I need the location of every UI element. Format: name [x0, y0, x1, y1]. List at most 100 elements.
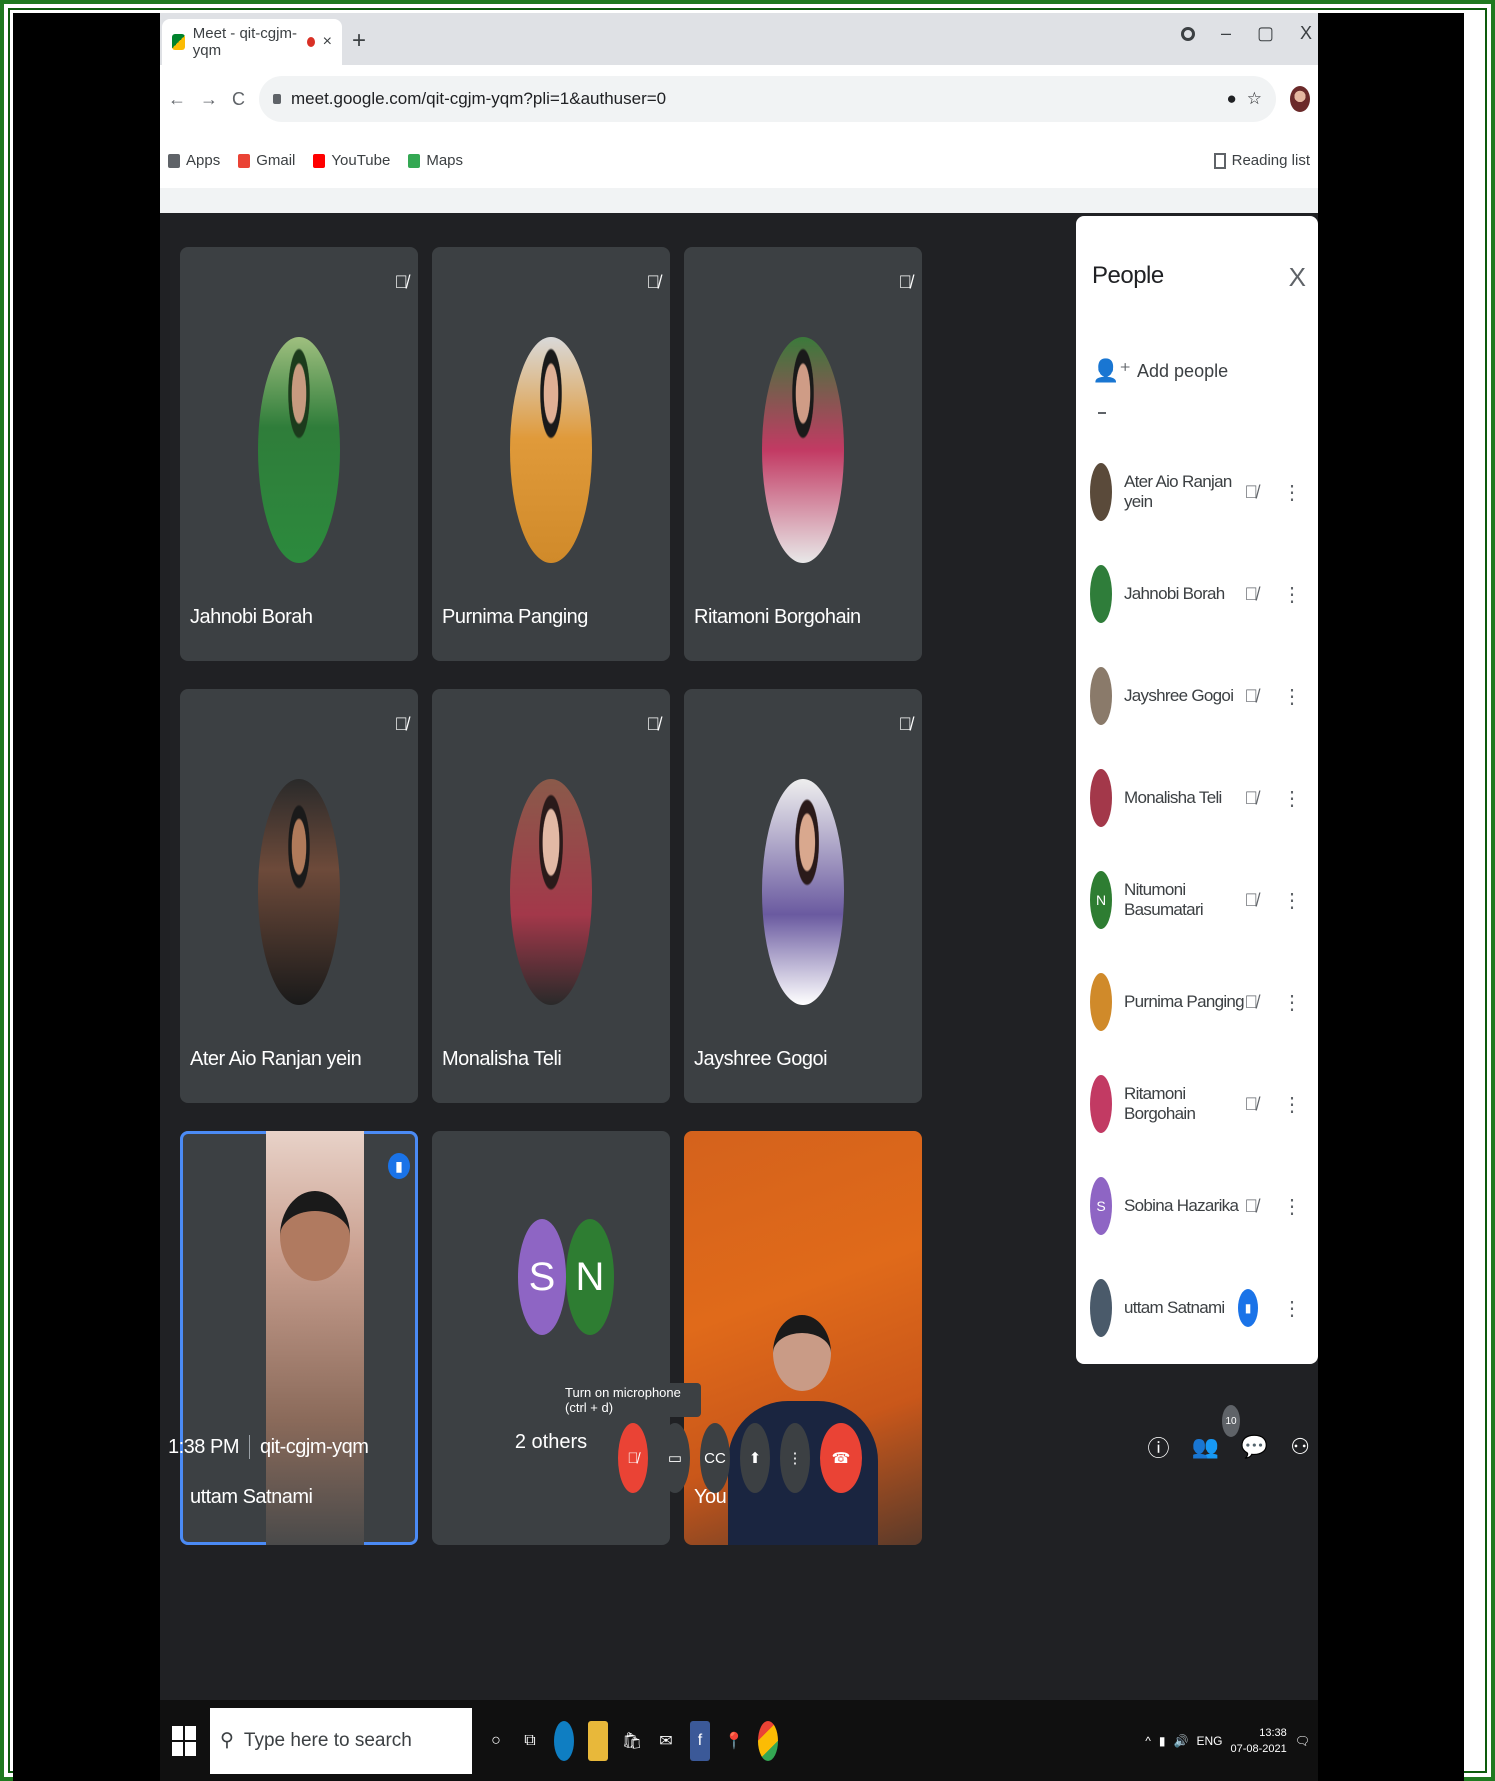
participant-row[interactable]: Jayshree Gogoi 🎙̸ ⋮	[1090, 666, 1308, 726]
participant-row[interactable]: Ater Aio Ranjan yein 🎙̸ ⋮	[1090, 462, 1308, 522]
captions-button[interactable]: CC	[700, 1423, 730, 1493]
tab-bar: Meet - qit-cgjm-yqm × + – ▢ X	[160, 13, 1318, 65]
reading-list[interactable]: Reading list	[1213, 152, 1310, 169]
meeting-details[interactable]: 1:38 PM qit-cgjm-yqm	[168, 1435, 369, 1459]
participant-row[interactable]: Jahnobi Borah 🎙̸ ⋮	[1090, 564, 1308, 624]
bookmark-maps[interactable]: Maps	[408, 152, 463, 169]
store-icon[interactable]: 🛍	[622, 1721, 642, 1761]
people-panel: People X 👤⁺ Add people Ater Aio Ranjan y…	[1076, 216, 1318, 1364]
participant-row[interactable]: uttam Satnami ▮ ⋮	[1090, 1278, 1308, 1338]
taskbar-search[interactable]: ⚲ Type here to search	[210, 1707, 472, 1774]
facebook-icon[interactable]: f	[690, 1720, 710, 1761]
participant-row[interactable]: Purnima Panging 🎙̸ ⋮	[1090, 972, 1308, 1032]
more-options-icon[interactable]: ⋮	[1282, 480, 1302, 505]
chat-icon[interactable]: 💬	[1241, 1434, 1268, 1460]
mic-off-icon: 🎙̸	[646, 714, 661, 734]
meet-favicon-icon	[172, 34, 185, 50]
tab-close-icon[interactable]: ×	[323, 33, 332, 51]
more-options-button[interactable]: ⋮	[780, 1423, 810, 1493]
participant-tile[interactable]: 🎙̸ Jayshree Gogoi	[684, 689, 922, 1103]
camera-toggle-button[interactable]: ▭	[660, 1423, 690, 1493]
cortana-icon[interactable]: ○	[486, 1721, 506, 1761]
participant-tile[interactable]: 🎙̸ Ritamoni Borgohain	[684, 247, 922, 661]
participant-tile[interactable]: 🎙̸ Purnima Panging	[432, 247, 670, 661]
back-button[interactable]: ←	[168, 89, 186, 110]
bookmark-label: YouTube	[331, 152, 391, 169]
mic-off-icon: 🎙̸	[1244, 685, 1259, 706]
forward-button[interactable]: →	[200, 89, 218, 110]
more-options-icon[interactable]: ⋮	[1282, 1296, 1302, 1321]
mic-off-icon: 🎙̸	[1244, 481, 1259, 502]
mic-off-icon: 🎙̸	[1244, 991, 1259, 1012]
avatar	[258, 779, 340, 1005]
reload-button[interactable]: C	[232, 89, 245, 110]
maximize-button[interactable]: ▢	[1257, 23, 1274, 44]
new-tab-button[interactable]: +	[352, 27, 366, 55]
bookmark-label: Gmail	[256, 152, 296, 169]
participant-name: Jayshree Gogoi	[1124, 686, 1234, 705]
chrome-icon[interactable]	[758, 1720, 778, 1761]
more-options-icon[interactable]: ⋮	[1282, 1092, 1302, 1117]
taskbar-search-placeholder: Type here to search	[243, 1729, 412, 1751]
bookmark-gmail[interactable]: Gmail	[238, 152, 295, 169]
reading-list-label: Reading list	[1231, 152, 1310, 169]
more-options-icon[interactable]: ⋮	[1282, 786, 1302, 811]
mic-off-icon: 🎙̸	[898, 714, 913, 734]
close-window-button[interactable]: X	[1300, 23, 1312, 44]
participant-name: Jayshree Gogoi	[694, 1048, 828, 1070]
people-panel-title: People	[1092, 262, 1164, 289]
add-people-label: Add people	[1137, 360, 1229, 381]
tab-meet[interactable]: Meet - qit-cgjm-yqm ×	[162, 19, 342, 65]
network-icon[interactable]: ▮	[1159, 1734, 1166, 1748]
participant-row[interactable]: Monalisha Teli 🎙̸ ⋮	[1090, 768, 1308, 828]
participant-name: Ater Aio Ranjan yein	[190, 1048, 362, 1070]
more-options-icon[interactable]: ⋮	[1282, 888, 1302, 913]
video-face	[280, 1191, 350, 1281]
apps-icon	[168, 153, 180, 168]
bookmark-youtube[interactable]: YouTube	[313, 152, 390, 169]
file-explorer-icon[interactable]	[588, 1720, 608, 1761]
volume-icon[interactable]: 🔊	[1174, 1734, 1189, 1748]
bookmark-star-icon[interactable]: ☆	[1247, 89, 1262, 109]
participant-row[interactable]: Ritamoni Borgohain 🎙̸ ⋮	[1090, 1074, 1308, 1134]
notifications-icon[interactable]: 🗨	[1295, 1734, 1310, 1748]
participant-tile[interactable]: 🎙̸ Ater Aio Ranjan yein	[180, 689, 418, 1103]
avatar-initial-n: N	[566, 1219, 614, 1335]
participant-row[interactable]: S Sobina Hazarika 🎙̸ ⋮	[1090, 1176, 1308, 1236]
activities-icon[interactable]: ⚇	[1290, 1434, 1310, 1460]
participant-tile[interactable]: 🎙̸ Monalisha Teli	[432, 689, 670, 1103]
present-now-button[interactable]: ⬆	[740, 1423, 770, 1493]
participant-avatar	[1090, 667, 1112, 725]
more-options-icon[interactable]: ⋮	[1282, 990, 1302, 1015]
extension-icon[interactable]	[1180, 26, 1195, 41]
leave-call-button[interactable]: ☎	[820, 1423, 862, 1493]
maps-app-icon[interactable]: 📍	[724, 1721, 744, 1761]
system-tray: ^ ▮ 🔊 ENG 13:38 07-08-2021 🗨	[1145, 1725, 1318, 1757]
address-bar[interactable]: meet.google.com/qit-cgjm-yqm?pli=1&authu…	[259, 76, 1276, 122]
clock[interactable]: 13:38 07-08-2021	[1230, 1725, 1286, 1757]
mail-icon[interactable]: ✉	[656, 1721, 676, 1761]
more-options-icon[interactable]: ⋮	[1282, 582, 1302, 607]
microphone-toggle-button[interactable]: 🎙̸	[618, 1423, 648, 1493]
participant-tile[interactable]: 🎙̸ Jahnobi Borah	[180, 247, 418, 661]
more-options-icon[interactable]: ⋮	[1282, 1194, 1302, 1219]
close-panel-button[interactable]: X	[1289, 262, 1306, 293]
edge-icon[interactable]	[554, 1720, 574, 1761]
add-people-button[interactable]: 👤⁺ Add people	[1092, 358, 1228, 384]
mic-tooltip: Turn on microphone (ctrl + d)	[565, 1383, 701, 1417]
participant-row[interactable]: N Nitumoni Basumatari 🎙̸ ⋮	[1090, 870, 1308, 930]
participant-name: Monalisha Teli	[1124, 788, 1222, 807]
side-controls: ⓘ 👥 💬 ⚇	[1147, 1431, 1310, 1463]
profile-avatar[interactable]	[1290, 86, 1310, 112]
start-button[interactable]	[164, 1725, 204, 1756]
camera-indicator-icon[interactable]: ●	[1226, 89, 1236, 109]
more-options-icon[interactable]: ⋮	[1282, 684, 1302, 709]
language-indicator[interactable]: ENG	[1196, 1734, 1222, 1748]
meeting-info-icon[interactable]: ⓘ	[1147, 1431, 1169, 1463]
people-icon[interactable]: 👥	[1191, 1434, 1218, 1460]
minimize-button[interactable]: –	[1221, 23, 1231, 44]
mic-off-icon: 🎙̸	[394, 714, 409, 734]
task-view-icon[interactable]: ⧉	[520, 1721, 540, 1761]
tray-chevron-icon[interactable]: ^	[1145, 1734, 1151, 1748]
bookmark-apps[interactable]: Apps	[168, 152, 220, 169]
